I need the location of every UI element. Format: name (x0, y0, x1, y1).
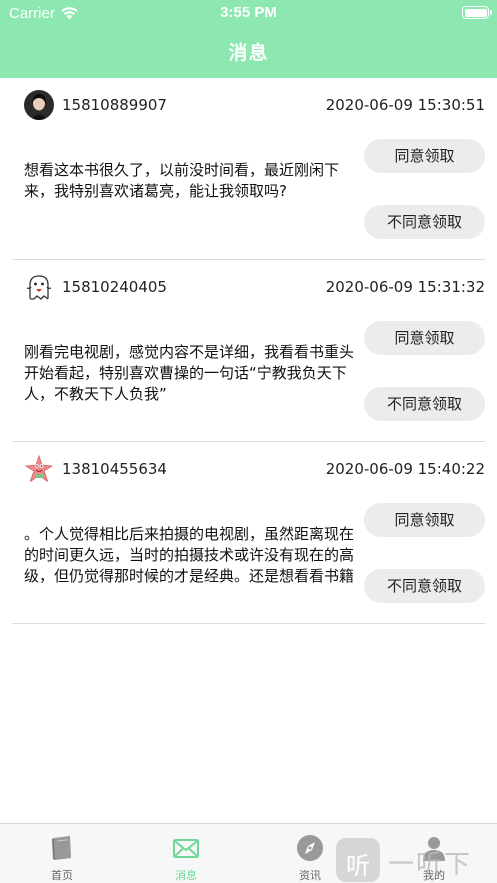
watermark-logo: 听 一听下载 (336, 836, 496, 882)
header-bar: Carrier 3:55 PM 消息 (0, 0, 497, 78)
sender-phone: 13810455634 (62, 460, 167, 478)
refuse-button[interactable]: 不同意领取 (364, 569, 485, 603)
clock: 3:55 PM (220, 4, 277, 21)
sender-phone: 15810240405 (62, 278, 167, 296)
message-timestamp: 2020-06-09 15:30:51 (325, 96, 485, 114)
watermark-text: 一听下载 (388, 850, 473, 880)
tab-home[interactable]: 首页 (0, 824, 124, 883)
photo-avatar-icon (24, 90, 54, 120)
message-item: 13810455634 2020-06-09 15:40:22 。个人觉得相比后… (12, 442, 485, 624)
page-title: 消息 (228, 42, 269, 64)
message-timestamp: 2020-06-09 15:31:32 (325, 278, 485, 296)
starfish-avatar-icon (24, 454, 54, 484)
watermark-badge: 听 (336, 838, 380, 882)
sender-phone: 15810889907 (62, 96, 167, 114)
cartoon-ghost-avatar-icon (24, 272, 54, 302)
compass-icon (297, 835, 323, 861)
agree-button[interactable]: 同意领取 (364, 139, 485, 173)
book-icon (52, 836, 71, 860)
agree-button[interactable]: 同意领取 (364, 321, 485, 355)
message-text: 想看这本书很久了，以前没时间看，最近刚闲下来，我特别喜欢诸葛亮，能让我领取吗? (24, 161, 340, 200)
message-item: 15810889907 2020-06-09 15:30:51 想看这本书很久了… (12, 78, 485, 260)
message-text: 刚看完电视剧，感觉内容不是详细，我看看书重头开始看起，特别喜欢曹操的一句话“宁教… (24, 343, 355, 403)
agree-button[interactable]: 同意领取 (364, 503, 485, 537)
tab-label: 消息 (175, 869, 197, 882)
message-item: 15810240405 2020-06-09 15:31:32 刚看完电视剧，感… (12, 260, 485, 442)
mail-icon (173, 839, 199, 858)
tab-label: 首页 (51, 869, 73, 882)
message-timestamp: 2020-06-09 15:40:22 (325, 460, 485, 478)
tab-messages[interactable]: 消息 (124, 824, 248, 883)
message-text: 。个人觉得相比后来拍摄的电视剧，虽然距离现在的时间更久远，当时的拍摄技术或许没有… (24, 525, 355, 585)
battery-icon (462, 6, 492, 19)
status-bar: Carrier 3:55 PM (0, 0, 497, 26)
refuse-button[interactable]: 不同意领取 (364, 205, 485, 239)
message-list: 15810889907 2020-06-09 15:30:51 想看这本书很久了… (0, 78, 497, 624)
refuse-button[interactable]: 不同意领取 (364, 387, 485, 421)
